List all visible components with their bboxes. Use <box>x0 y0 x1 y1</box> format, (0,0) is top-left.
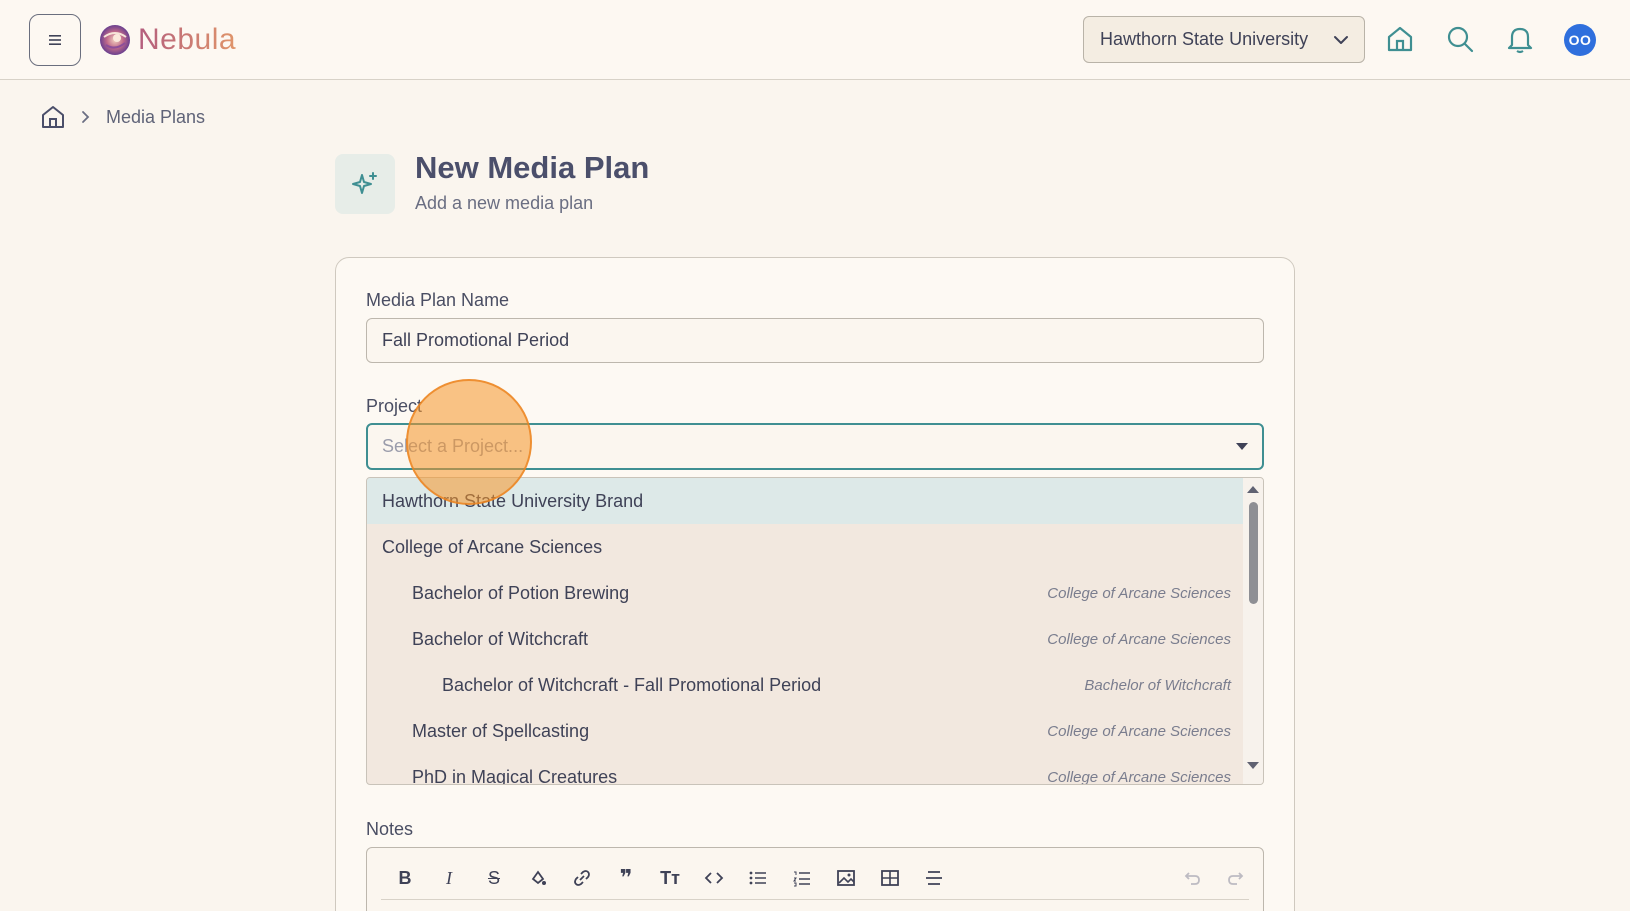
highlight-icon[interactable] <box>524 864 552 892</box>
menu-toggle-button[interactable] <box>29 14 81 66</box>
project-select[interactable]: Select a Project... <box>366 423 1264 470</box>
page-title-icon <box>335 154 395 214</box>
dropdown-option-parent: College of Arcane Sciences <box>1047 630 1231 648</box>
bold-icon[interactable]: B <box>391 864 419 892</box>
bullet-list-icon[interactable] <box>744 864 772 892</box>
strikethrough-icon[interactable]: S <box>480 864 508 892</box>
breadcrumb-home-icon[interactable] <box>40 104 66 130</box>
text-size-icon[interactable]: Tт <box>656 864 684 892</box>
sparkles-icon <box>352 172 377 194</box>
dropdown-option[interactable]: Bachelor of Potion Brewing College of Ar… <box>367 570 1245 616</box>
dropdown-option-parent: College of Arcane Sciences <box>1047 584 1231 602</box>
dropdown-option[interactable]: Hawthorn State University Brand <box>367 478 1245 524</box>
app-name: Nebula <box>138 23 237 56</box>
page-subtitle: Add a new media plan <box>415 193 594 213</box>
dropdown-option-label: College of Arcane Sciences <box>382 536 603 557</box>
dropdown-option-label: Bachelor of Witchcraft <box>412 628 589 649</box>
organization-select[interactable]: Hawthorn State University <box>1083 16 1365 63</box>
dropdown-option-label: Bachelor of Witchcraft - Fall Promotiona… <box>442 674 822 695</box>
dropdown-option[interactable]: Master of Spellcasting College of Arcane… <box>367 708 1245 754</box>
dropdown-option-parent: College of Arcane Sciences <box>1047 768 1231 785</box>
dropdown-option[interactable]: Bachelor of Witchcraft - Fall Promotiona… <box>367 662 1245 708</box>
project-select-placeholder: Select a Project... <box>382 436 524 456</box>
project-label: Project <box>366 396 423 416</box>
breadcrumb: Media Plans <box>40 104 205 130</box>
hamburger-icon <box>49 35 61 45</box>
image-icon[interactable] <box>832 864 860 892</box>
table-icon[interactable] <box>876 864 904 892</box>
media-plan-name-input[interactable]: Fall Promotional Period <box>366 318 1264 363</box>
notes-editor[interactable]: B I S ❞ Tт <box>366 847 1264 911</box>
dropdown-option-parent: Bachelor of Witchcraft <box>1084 676 1231 694</box>
chevron-right-icon <box>82 111 90 123</box>
dropdown-scrollbar[interactable] <box>1243 478 1263 784</box>
notes-label: Notes <box>366 819 414 839</box>
redo-icon[interactable] <box>1222 864 1250 892</box>
link-icon[interactable] <box>568 864 596 892</box>
user-avatar[interactable]: OO <box>1564 24 1596 56</box>
numbered-list-icon[interactable] <box>788 864 816 892</box>
dropdown-option-label: PhD in Magical Creatures <box>412 766 618 785</box>
project-dropdown-list: Hawthorn State University Brand College … <box>366 477 1264 785</box>
undo-icon[interactable] <box>1178 864 1206 892</box>
caret-down-icon <box>1236 443 1248 450</box>
dropdown-option[interactable]: PhD in Magical Creatures College of Arca… <box>367 754 1245 785</box>
app-logo[interactable]: Nebula <box>98 22 236 58</box>
home-icon[interactable] <box>1385 24 1415 54</box>
media-plan-name-value: Fall Promotional Period <box>382 330 570 350</box>
top-bar: Nebula Hawthorn State University OO <box>0 0 1630 80</box>
dropdown-option-label: Bachelor of Potion Brewing <box>412 582 630 603</box>
bell-icon[interactable] <box>1505 24 1535 54</box>
code-icon[interactable] <box>700 864 728 892</box>
dropdown-option-label: Master of Spellcasting <box>412 720 590 741</box>
media-plan-name-label: Media Plan Name <box>366 290 510 310</box>
search-icon[interactable] <box>1445 24 1475 54</box>
organization-select-value: Hawthorn State University <box>1100 29 1309 49</box>
breadcrumb-media-plans[interactable]: Media Plans <box>106 107 205 128</box>
italic-icon[interactable]: I <box>435 864 463 892</box>
dropdown-option-label: Hawthorn State University Brand <box>382 490 644 511</box>
quote-icon[interactable]: ❞ <box>612 864 640 892</box>
nebula-logo-icon <box>100 25 130 55</box>
dropdown-option[interactable]: College of Arcane Sciences <box>367 524 1245 570</box>
dropdown-option-parent: College of Arcane Sciences <box>1047 722 1231 740</box>
chevron-down-icon <box>1334 36 1348 44</box>
scroll-down-arrow-icon[interactable] <box>1247 762 1259 769</box>
horizontal-rule-icon[interactable] <box>920 864 948 892</box>
scroll-up-arrow-icon[interactable] <box>1247 486 1259 493</box>
scrollbar-thumb[interactable] <box>1249 502 1258 604</box>
editor-toolbar: B I S ❞ Tт <box>381 860 1249 900</box>
dropdown-option[interactable]: Bachelor of Witchcraft College of Arcane… <box>367 616 1245 662</box>
page-title: New Media Plan <box>415 150 650 185</box>
